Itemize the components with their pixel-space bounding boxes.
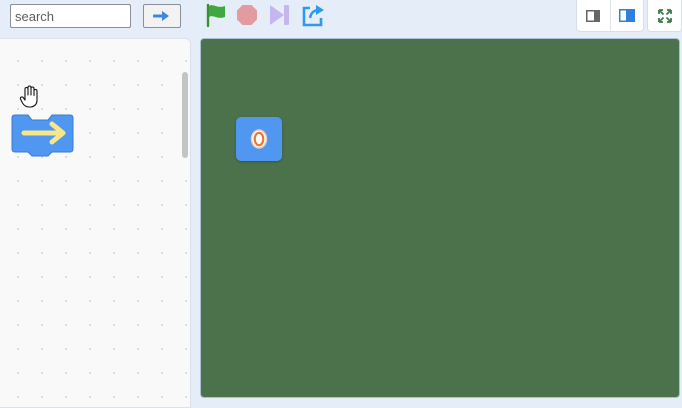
arrow-right-icon xyxy=(153,11,169,21)
large-stage-icon xyxy=(618,9,635,22)
stage-size-toggle xyxy=(576,0,644,32)
green-flag-icon[interactable] xyxy=(203,2,229,28)
code-workspace[interactable] xyxy=(0,38,191,408)
fullscreen-icon xyxy=(657,8,672,23)
fullscreen-button[interactable] xyxy=(647,0,682,32)
step-forward-icon[interactable] xyxy=(267,2,293,28)
search-input[interactable] xyxy=(11,5,130,27)
search-go-button[interactable] xyxy=(143,4,181,28)
small-stage-icon xyxy=(586,9,601,22)
event-hat-block[interactable] xyxy=(10,112,75,157)
bottom-bar xyxy=(200,401,682,408)
small-stage-button[interactable] xyxy=(577,0,610,31)
grab-hand-icon xyxy=(19,85,38,108)
search-box[interactable] xyxy=(10,4,131,28)
target-icon xyxy=(250,129,268,149)
sprite-target-zero[interactable] xyxy=(236,117,282,161)
workspace-scrollbar[interactable] xyxy=(182,72,188,158)
toolbar xyxy=(0,0,682,34)
stop-icon[interactable] xyxy=(234,2,260,28)
stage-canvas[interactable] xyxy=(200,38,680,398)
large-stage-button[interactable] xyxy=(609,0,643,31)
share-icon[interactable] xyxy=(300,2,326,28)
